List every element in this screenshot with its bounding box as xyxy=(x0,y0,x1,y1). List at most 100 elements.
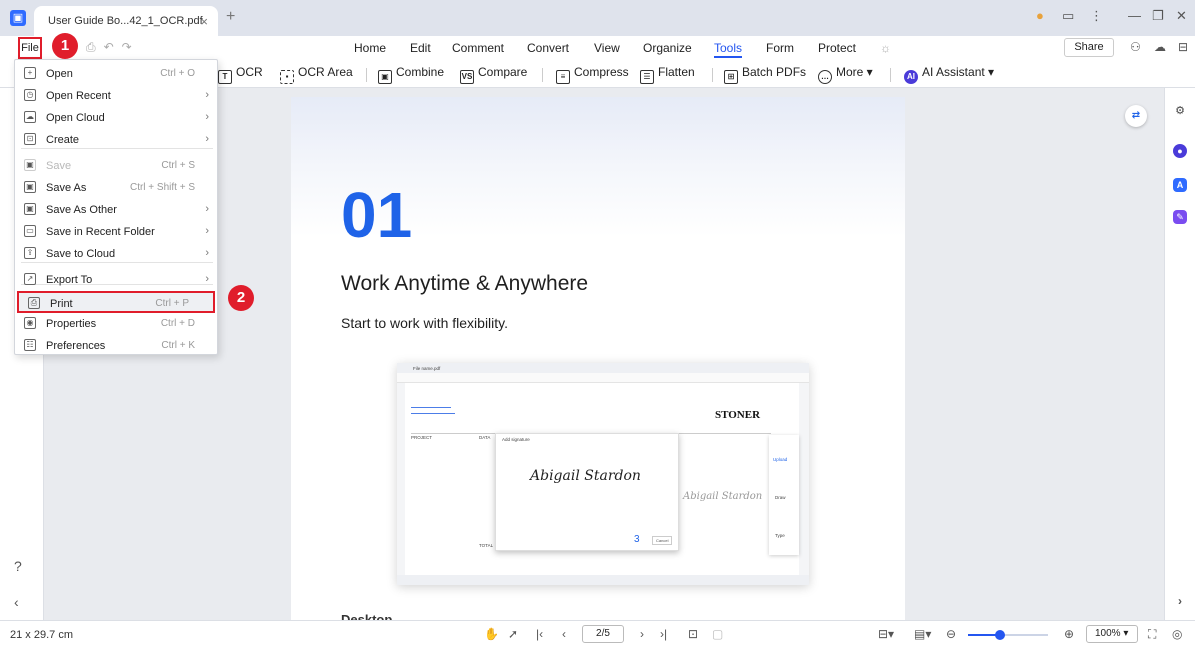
zoom-in-icon[interactable]: ⊕ xyxy=(1064,627,1074,641)
document-tab-title: User Guide Bo...42_1_OCR.pdf xyxy=(48,15,203,27)
toolbar-divider xyxy=(890,68,891,82)
menu-item-label: Properties xyxy=(46,318,97,330)
embedded-total: TOTAL xyxy=(479,543,494,548)
document-tab[interactable]: User Guide Bo...42_1_OCR.pdf × xyxy=(34,6,218,36)
translate-icon[interactable]: A xyxy=(1173,178,1187,192)
menu-item-export-to[interactable]: ↗ Export To › xyxy=(15,269,219,291)
page-layout-icon[interactable]: ⊟▾ xyxy=(878,627,894,641)
quick-access-icons[interactable]: ⎙↶↷ xyxy=(86,40,140,55)
zoom-out-icon[interactable]: ⊖ xyxy=(946,627,956,641)
tab-organize[interactable]: Organize xyxy=(643,41,692,55)
hand-tool-icon[interactable]: ✋ xyxy=(484,627,499,641)
tab-edit[interactable]: Edit xyxy=(410,41,431,55)
close-window-icon[interactable]: ✕ xyxy=(1176,8,1187,24)
flatten-icon: ☰ xyxy=(640,70,654,84)
share-button[interactable]: Share xyxy=(1064,38,1114,57)
zoom-select[interactable]: 100% ▾ xyxy=(1086,625,1138,643)
next-page-icon[interactable]: › xyxy=(640,627,644,641)
toolbar-divider xyxy=(542,68,543,82)
tab-protect[interactable]: Protect xyxy=(818,41,856,55)
translate-float-button[interactable]: ⇄ xyxy=(1125,105,1147,127)
flatten-button[interactable]: ☰ Flatten xyxy=(640,65,695,84)
kebab-menu-icon[interactable]: ⋮ xyxy=(1090,8,1103,24)
current-page: 2 xyxy=(596,628,602,639)
restore-icon[interactable]: ❐ xyxy=(1152,8,1164,24)
first-page-icon[interactable]: |‹ xyxy=(536,627,543,641)
menu-item-print[interactable]: ⎙ Print Ctrl + P xyxy=(17,291,215,313)
tab-close-icon[interactable]: × xyxy=(200,14,208,29)
new-tab-button[interactable]: + xyxy=(226,8,235,26)
status-bar: 21 x 29.7 cm ✋ ➚ |‹ ‹ 2/5 › ›| ⊡ ▢ ⊟▾ ▤▾… xyxy=(0,620,1195,647)
menu-item-save[interactable]: ▣ Save Ctrl + S xyxy=(15,155,219,177)
menu-item-save-as-other[interactable]: ▣ Save As Other › xyxy=(15,199,219,221)
compare-button[interactable]: VS Compare xyxy=(460,65,527,84)
create-icon: ⊡ xyxy=(24,133,36,145)
next-heading: Desktop xyxy=(341,612,393,620)
ocr-button[interactable]: T OCR xyxy=(218,65,263,84)
menu-item-shortcut: Ctrl + S xyxy=(161,160,195,171)
zoom-slider[interactable] xyxy=(968,630,1048,640)
fit-width-icon[interactable]: ▢ xyxy=(712,627,723,641)
tab-tools[interactable]: Tools xyxy=(714,41,743,58)
help-icon[interactable]: ? xyxy=(14,558,22,574)
menu-item-save-to-cloud[interactable]: ⇪ Save to Cloud › xyxy=(15,243,219,265)
menu-item-open-cloud[interactable]: ☁ Open Cloud › xyxy=(15,107,219,129)
zoom-slider-handle[interactable] xyxy=(995,630,1005,640)
batch-pdfs-button[interactable]: ⊞ Batch PDFs xyxy=(724,65,806,84)
more-button[interactable]: … More ▾ xyxy=(818,65,873,84)
edit-panel-icon[interactable]: ✎ xyxy=(1173,210,1187,224)
ai-icon: AI xyxy=(904,70,918,84)
select-tool-icon[interactable]: ➚ xyxy=(508,627,518,641)
menu-item-preferences[interactable]: ☷ Preferences Ctrl + K xyxy=(15,335,219,357)
combine-button[interactable]: ▣ Combine xyxy=(378,65,444,84)
collaborate-icon[interactable]: ⚇ xyxy=(1130,40,1141,54)
ai-chat-icon[interactable]: ● xyxy=(1173,144,1187,158)
prev-page-icon[interactable]: ‹ xyxy=(562,627,566,641)
view-mode-icon[interactable]: ▤▾ xyxy=(914,627,931,641)
tab-view[interactable]: View xyxy=(594,41,620,55)
menu-item-shortcut: Ctrl + O xyxy=(160,68,195,79)
settings-sliders-icon[interactable]: ⚙ xyxy=(1173,104,1187,118)
title-bar: ▣ User Guide Bo...42_1_OCR.pdf × + ● ▭ ⋮… xyxy=(0,0,1195,36)
last-page-icon[interactable]: ›| xyxy=(660,627,667,641)
message-icon[interactable]: ▭ xyxy=(1062,8,1074,24)
page-subheading: Start to work with flexibility. xyxy=(341,315,509,331)
menu-item-shortcut: Ctrl + D xyxy=(160,318,195,329)
save-icon: ▣ xyxy=(24,159,36,171)
menu-item-save-in-recent-folder[interactable]: ▭ Save in Recent Folder › xyxy=(15,221,219,243)
page-number-input[interactable]: 2/5 xyxy=(582,625,624,643)
tab-form[interactable]: Form xyxy=(766,41,794,55)
callout-step-2: 2 xyxy=(228,285,254,311)
compress-button[interactable]: ≡ Compress xyxy=(556,65,629,84)
file-menu-button[interactable]: File xyxy=(18,37,42,59)
tips-icon[interactable]: ☼ xyxy=(880,41,891,55)
chevron-right-icon: › xyxy=(205,225,209,237)
chevron-right-icon: › xyxy=(205,111,209,123)
menu-item-open-recent[interactable]: ◷ Open Recent › xyxy=(15,85,219,107)
embedded-right-rail xyxy=(799,383,809,575)
collapse-right-icon[interactable]: › xyxy=(1173,594,1187,608)
tab-home[interactable]: Home xyxy=(354,41,386,55)
chevron-right-icon: › xyxy=(205,203,209,215)
tab-convert[interactable]: Convert xyxy=(527,41,569,55)
menu-item-properties[interactable]: ◉ Properties Ctrl + D xyxy=(15,313,219,335)
fit-page-icon[interactable]: ⊡ xyxy=(688,627,698,641)
tab-comment[interactable]: Comment xyxy=(452,41,504,55)
embedded-link xyxy=(411,413,455,414)
reading-mode-icon[interactable]: ◎ xyxy=(1172,627,1182,641)
ocr-area-button[interactable]: ▪ OCR Area xyxy=(280,65,353,84)
embedded-left-rail xyxy=(397,383,405,575)
menu-item-shortcut: Ctrl + Shift + S xyxy=(129,182,195,193)
minimize-icon[interactable]: — xyxy=(1128,8,1141,23)
ai-assistant-button[interactable]: AI AI Assistant ▾ xyxy=(904,65,994,84)
expand-icon[interactable]: ⊟ xyxy=(1178,40,1188,54)
menu-item-save-as[interactable]: ▣ Save As Ctrl + Shift + S xyxy=(15,177,219,199)
menu-item-create[interactable]: ⊡ Create › xyxy=(15,129,219,151)
collapse-left-icon[interactable]: ‹ xyxy=(14,594,19,610)
chevron-down-icon: ▾ xyxy=(863,65,873,79)
avatar-icon[interactable]: ● xyxy=(1036,8,1044,23)
menu-item-open[interactable]: + Open Ctrl + O xyxy=(15,63,219,85)
cloud-upload-icon[interactable]: ☁ xyxy=(1154,40,1166,54)
fullscreen-icon[interactable]: ⛶ xyxy=(1148,627,1156,642)
embedded-ghost-signature: Abigail Stardon xyxy=(683,491,763,502)
